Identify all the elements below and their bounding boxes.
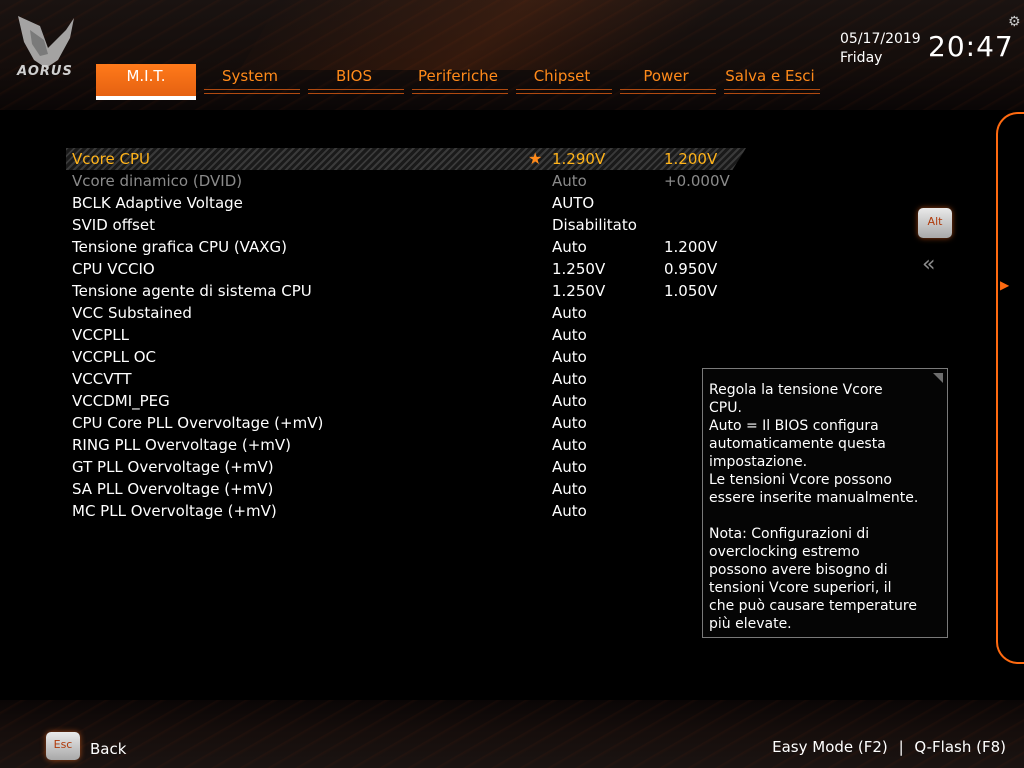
setting-value[interactable]: Auto <box>552 458 587 476</box>
setting-value[interactable]: 1.290V <box>552 150 605 168</box>
setting-current-value: 1.050V <box>664 282 718 300</box>
setting-value[interactable]: AUTO <box>552 194 594 212</box>
setting-value[interactable]: Disabilitato <box>552 216 637 234</box>
setting-value[interactable]: Auto <box>552 370 587 388</box>
tab-bios[interactable]: BIOS <box>304 64 404 100</box>
tab-label: System <box>222 67 278 85</box>
setting-value[interactable]: Auto <box>552 326 587 344</box>
side-panel-tab[interactable] <box>996 112 1024 664</box>
setting-label: CPU VCCIO <box>72 260 155 278</box>
star-icon: ★ <box>528 149 543 168</box>
setting-label: VCCVTT <box>72 370 132 388</box>
setting-label: CPU Core PLL Overvoltage (+mV) <box>72 414 324 432</box>
setting-current-value: 1.200V <box>664 150 718 168</box>
qflash-link[interactable]: Q-Flash (F8) <box>914 738 1006 756</box>
setting-row-sa-pll-overvoltage[interactable]: SA PLL Overvoltage (+mV) Auto <box>66 478 746 500</box>
tab-power[interactable]: Power <box>616 64 716 100</box>
setting-label: BCLK Adaptive Voltage <box>72 194 243 212</box>
setting-row-cpu-core-pll-overvoltage[interactable]: CPU Core PLL Overvoltage (+mV) Auto <box>66 412 746 434</box>
setting-row-vcc-substained[interactable]: VCC Substained Auto <box>66 302 746 324</box>
setting-row-system-agent-voltage[interactable]: Tensione agente di sistema CPU 1.250V 1.… <box>66 280 746 302</box>
setting-row-bclk-adaptive-voltage[interactable]: BCLK Adaptive Voltage AUTO <box>66 192 746 214</box>
tab-system[interactable]: System <box>200 64 300 100</box>
setting-value[interactable]: Auto <box>552 348 587 366</box>
tab-label: Salva e Esci <box>725 67 815 85</box>
setting-label: Tensione agente di sistema CPU <box>72 282 312 300</box>
esc-key-button[interactable]: Esc <box>46 732 80 760</box>
header-decoration <box>239 0 801 70</box>
setting-label: Tensione grafica CPU (VAXG) <box>72 238 287 256</box>
tab-periferiche[interactable]: Periferiche <box>408 64 508 100</box>
setting-row-svid-offset[interactable]: SVID offset Disabilitato <box>66 214 746 236</box>
setting-row-ring-pll-overvoltage[interactable]: RING PLL Overvoltage (+mV) Auto <box>66 434 746 456</box>
setting-row-vccpll-oc[interactable]: VCCPLL OC Auto <box>66 346 746 368</box>
setting-label: Vcore dinamico (DVID) <box>72 172 243 190</box>
setting-label: VCC Substained <box>72 304 192 322</box>
setting-row-cpu-vccio[interactable]: CPU VCCIO 1.250V 0.950V <box>66 258 746 280</box>
setting-row-mc-pll-overvoltage[interactable]: MC PLL Overvoltage (+mV) Auto <box>66 500 746 522</box>
setting-label: VCCPLL <box>72 326 129 344</box>
gear-icon[interactable]: ⚙ <box>1008 14 1024 30</box>
tab-chipset[interactable]: Chipset <box>512 64 612 100</box>
help-text: Regola la tensione Vcore CPU. Auto = Il … <box>709 382 919 632</box>
setting-row-vccvtt[interactable]: VCCVTT Auto <box>66 368 746 390</box>
setting-label: SA PLL Overvoltage (+mV) <box>72 480 274 498</box>
date-display: 05/17/2019 Friday <box>840 30 921 68</box>
setting-value[interactable]: Auto <box>552 304 587 322</box>
setting-label: VCCDMI_PEG <box>72 392 170 410</box>
setting-value: Auto <box>552 172 587 190</box>
date-text: 05/17/2019 <box>840 31 921 47</box>
double-chevron-left-icon[interactable]: « <box>922 252 936 277</box>
setting-label: GT PLL Overvoltage (+mV) <box>72 458 274 476</box>
setting-value[interactable]: Auto <box>552 238 587 256</box>
settings-list: Vcore CPU ★ 1.290V 1.200V Vcore dinamico… <box>66 148 746 522</box>
aorus-logo-text: AORUS <box>17 64 73 79</box>
footer-separator: | <box>898 738 904 756</box>
setting-current-value: 1.200V <box>664 238 718 256</box>
tab-mit[interactable]: M.I.T. <box>96 64 196 100</box>
footer-shortcuts: Easy Mode (F2) | Q-Flash (F8) <box>772 738 1006 756</box>
setting-row-vaxg[interactable]: Tensione grafica CPU (VAXG) Auto 1.200V <box>66 236 746 258</box>
tab-label: BIOS <box>335 67 373 85</box>
day-text: Friday <box>840 50 883 66</box>
setting-value[interactable]: Auto <box>552 480 587 498</box>
tab-label: Chipset <box>533 67 591 85</box>
setting-value[interactable]: 1.250V <box>552 282 605 300</box>
back-label[interactable]: Back <box>90 740 126 758</box>
setting-label: Vcore CPU <box>72 150 151 168</box>
tab-label: M.I.T. <box>126 67 166 85</box>
footer-bar <box>0 700 1024 768</box>
setting-value[interactable]: Auto <box>552 392 587 410</box>
chevron-right-icon[interactable]: ▶ <box>1000 278 1009 292</box>
setting-row-vcore-dinamico: Vcore dinamico (DVID) Auto +0.000V <box>66 170 746 192</box>
setting-row-vccpll[interactable]: VCCPLL Auto <box>66 324 746 346</box>
tab-salva-e-esci[interactable]: Salva e Esci <box>720 64 820 100</box>
setting-row-vcore-cpu[interactable]: Vcore CPU ★ 1.290V 1.200V <box>66 148 746 170</box>
setting-row-gt-pll-overvoltage[interactable]: GT PLL Overvoltage (+mV) Auto <box>66 456 746 478</box>
setting-value[interactable]: 1.250V <box>552 260 605 278</box>
tab-label: Power <box>643 67 689 85</box>
setting-value[interactable]: Auto <box>552 414 587 432</box>
setting-value[interactable]: Auto <box>552 502 587 520</box>
setting-label: SVID offset <box>72 216 155 234</box>
setting-row-vccdmi-peg[interactable]: VCCDMI_PEG Auto <box>66 390 746 412</box>
setting-current-value: 0.950V <box>664 260 718 278</box>
easy-mode-link[interactable]: Easy Mode (F2) <box>772 738 888 756</box>
clock-time: 20:47 <box>928 30 1014 63</box>
setting-label: VCCPLL OC <box>72 348 157 366</box>
tab-label: Periferiche <box>418 67 498 85</box>
setting-label: MC PLL Overvoltage (+mV) <box>72 502 277 520</box>
help-box: Regola la tensione Vcore CPU. Auto = Il … <box>702 368 948 638</box>
alt-key-button[interactable]: Alt <box>918 208 952 238</box>
setting-current-value: +0.000V <box>664 172 730 190</box>
setting-value[interactable]: Auto <box>552 436 587 454</box>
setting-label: RING PLL Overvoltage (+mV) <box>72 436 292 454</box>
